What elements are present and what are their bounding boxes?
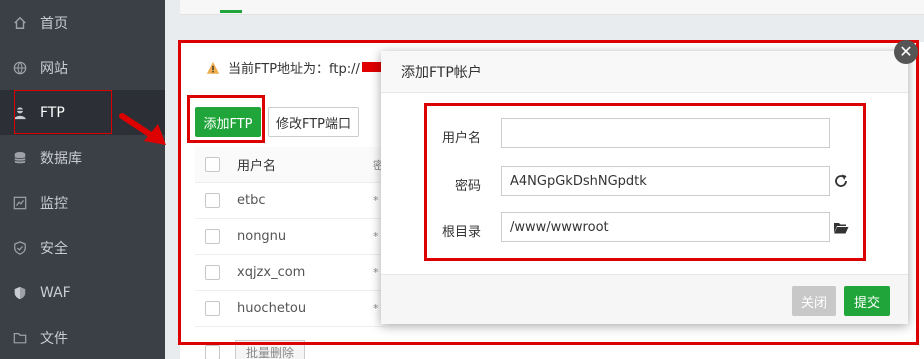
- sidebar-item-label: 安全: [40, 240, 68, 257]
- dialog-header: 添加FTP帐户: [381, 51, 908, 93]
- username-label: 用户名: [441, 131, 481, 146]
- submit-button[interactable]: 提交: [844, 286, 890, 316]
- home-icon: [13, 16, 27, 30]
- sidebar-item-monitor[interactable]: 监控: [0, 180, 165, 225]
- row-password-masked: *: [373, 302, 379, 315]
- globe-icon: [13, 61, 27, 75]
- sidebar-item-label: FTP: [40, 104, 65, 121]
- change-ftp-port-button[interactable]: 修改FTP端口: [268, 107, 359, 137]
- add-ftp-dialog: 添加FTP帐户 用户名 密码 根目录 关闭 提交: [381, 51, 908, 324]
- sidebar-item-label: 数据库: [40, 150, 82, 167]
- row-checkbox[interactable]: [205, 229, 220, 244]
- notice-text: 当前FTP地址为：ftp://: [228, 62, 360, 77]
- row-username: xqjzx_com: [237, 265, 306, 280]
- shield-icon: [13, 240, 27, 255]
- password-label: 密码: [454, 179, 481, 194]
- table-row: etbc *: [195, 183, 385, 219]
- row-username: huochetou: [237, 301, 307, 316]
- root-dir-label: 根目录: [441, 225, 481, 240]
- header-username: 用户名: [237, 159, 277, 174]
- active-tab-indicator: [220, 10, 242, 13]
- row-password-masked: *: [373, 194, 379, 207]
- row-username: etbc: [237, 193, 266, 208]
- password-input[interactable]: [501, 166, 830, 196]
- sidebar-item-home[interactable]: 首页: [0, 0, 165, 45]
- sidebar-item-websites[interactable]: 网站: [0, 45, 165, 90]
- warning-icon: [206, 61, 220, 74]
- sidebar-item-files[interactable]: 文件: [0, 315, 165, 359]
- batch-actions: 批量删除: [200, 340, 306, 359]
- sidebar-item-waf[interactable]: WAF: [0, 270, 165, 315]
- folder-icon: [13, 331, 27, 345]
- batch-select-checkbox[interactable]: [205, 344, 220, 359]
- table-row: xqjzx_com *: [195, 255, 385, 291]
- database-icon: [13, 151, 27, 165]
- dialog-title: 添加FTP帐户: [401, 64, 482, 81]
- sidebar-item-label: 监控: [40, 195, 68, 212]
- sidebar-item-label: 网站: [40, 60, 68, 77]
- root-dir-input[interactable]: [501, 212, 830, 242]
- dialog-footer: 关闭 提交: [381, 274, 908, 324]
- folder-open-icon[interactable]: [833, 220, 849, 236]
- waf-shield-icon: [13, 286, 27, 300]
- ftp-user-icon: [13, 106, 27, 120]
- sidebar: 首页 网站 FTP 数据库 监控 安全 WAF 文件: [0, 0, 165, 359]
- sidebar-item-label: 首页: [40, 15, 68, 32]
- sidebar-item-security[interactable]: 安全: [0, 225, 165, 270]
- sidebar-item-label: WAF: [40, 284, 71, 301]
- row-checkbox[interactable]: [205, 193, 220, 208]
- select-all-checkbox[interactable]: [205, 157, 220, 172]
- table-row: nongnu *: [195, 219, 385, 255]
- close-button[interactable]: 关闭: [792, 286, 836, 316]
- table-header-row: 用户名 密: [195, 147, 385, 183]
- table-row: huochetou *: [195, 291, 385, 327]
- row-username: nongnu: [237, 229, 287, 244]
- ftp-address-notice: 当前FTP地址为：ftp://: [206, 58, 360, 77]
- batch-delete-button[interactable]: 批量删除: [235, 340, 306, 359]
- arrow-icon: [119, 113, 166, 145]
- close-icon[interactable]: ✕: [894, 40, 918, 64]
- row-password-masked: *: [373, 266, 379, 279]
- monitor-icon: [13, 196, 27, 210]
- username-input[interactable]: [501, 118, 830, 148]
- row-checkbox[interactable]: [205, 265, 220, 280]
- sidebar-item-label: 文件: [40, 330, 68, 347]
- row-checkbox[interactable]: [205, 301, 220, 316]
- add-ftp-button[interactable]: 添加FTP: [195, 107, 261, 137]
- row-password-masked: *: [373, 230, 379, 243]
- refresh-icon[interactable]: [833, 173, 849, 189]
- top-panel: [180, 0, 924, 15]
